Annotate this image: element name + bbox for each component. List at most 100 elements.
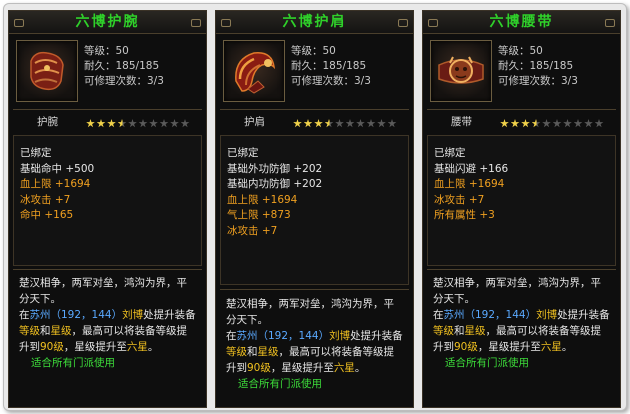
- item-description: 楚汉相争，两军对垒，鸿沟为界，平分天下。 在苏州（192，144）刘博处提升装备…: [19, 275, 197, 371]
- star-icon: [584, 119, 593, 128]
- upgrade-text: 在苏州（192，144）刘博处提升装备等级和星级，最高可以将装备等级提升到90级…: [433, 309, 610, 353]
- class-requirement: 适合所有门派使用: [31, 357, 115, 369]
- bound-status: 已绑定: [227, 147, 259, 159]
- item-stats: 等级：50 耐久：185/185 可修理次数：3/3: [84, 44, 164, 89]
- star-icon: [521, 119, 530, 128]
- star-icon: [293, 119, 302, 128]
- durability-text: 耐久：185/185: [291, 60, 367, 72]
- extra-attr: 冰攻击 +7: [227, 224, 278, 237]
- extra-attr: 血上限 +1694: [434, 178, 505, 190]
- upgrade-text: 在苏州（192，144）刘博处提升装备等级和星级，最高可以将装备等级提升到90级…: [19, 309, 196, 353]
- bracer-icon[interactable]: [16, 40, 78, 102]
- level-text: 等级：50: [498, 45, 543, 57]
- level-text: 等级：50: [291, 45, 336, 57]
- durability-text: 耐久：185/185: [84, 60, 160, 72]
- extra-attr: 冰攻击 +7: [434, 193, 485, 206]
- title-ornament-right: [191, 19, 201, 27]
- star-icon: [159, 119, 169, 128]
- item-title-text: 六博腰带: [489, 14, 554, 30]
- star-icon: [542, 119, 551, 128]
- extra-attr: 所有属性 +3: [434, 209, 495, 221]
- extra-attr: 冰攻击 +7: [20, 193, 71, 206]
- star-icon: [500, 119, 509, 128]
- extra-attr: 血上限 +1694: [227, 193, 298, 206]
- divider: [427, 269, 616, 270]
- item-type-bar: 腰带: [423, 114, 620, 130]
- star-icon: [324, 119, 334, 128]
- lore-text: 楚汉相争，两军对垒，鸿沟为界，平分天下。: [433, 277, 601, 305]
- extra-attr: 血上限 +1694: [20, 178, 91, 190]
- star-icon: [303, 119, 313, 128]
- tooltip-comparison-frame: 六博护腕 等级：50 耐久：185/185 可修理次数：3/3 护腕 已绑定 基…: [3, 3, 627, 411]
- base-attr: 基础内功防御 +202: [227, 178, 323, 190]
- title-ornament-right: [398, 19, 408, 27]
- star-icon: [510, 119, 520, 128]
- class-requirement: 适合所有门派使用: [238, 378, 322, 390]
- star-icon: [128, 119, 137, 128]
- star-icon: [86, 119, 95, 128]
- shoulder-icon[interactable]: [223, 40, 285, 102]
- star-icon: [335, 119, 344, 128]
- item-type-label: 护肩: [244, 116, 265, 128]
- durability-text: 耐久：185/185: [498, 60, 574, 72]
- bound-status: 已绑定: [434, 147, 466, 159]
- star-icon: [180, 119, 190, 128]
- item-type-label: 护腕: [37, 116, 58, 128]
- title-ornament-left: [428, 19, 438, 27]
- item-description: 楚汉相争，两军对垒，鸿沟为界，平分天下。 在苏州（192，144）刘博处提升装备…: [226, 296, 404, 392]
- divider: [13, 109, 202, 110]
- item-type-bar: 护肩: [216, 114, 413, 130]
- extra-attr: 命中 +165: [20, 209, 74, 221]
- divider: [427, 109, 616, 110]
- star-icon: [96, 119, 106, 128]
- title-ornament-left: [221, 19, 231, 27]
- extra-attr: 气上限 +873: [227, 209, 291, 221]
- repair-count-text: 可修理次数：3/3: [291, 75, 371, 87]
- star-icon: [377, 119, 386, 128]
- star-icon: [531, 119, 541, 128]
- item-stats: 等级：50 耐久：185/185 可修理次数：3/3: [291, 44, 371, 89]
- item-type-bar: 护腕: [9, 114, 206, 130]
- repair-count-text: 可修理次数：3/3: [498, 75, 578, 87]
- star-icon: [356, 119, 365, 128]
- belt-icon[interactable]: [430, 40, 492, 102]
- star-icon: [345, 119, 355, 128]
- upgrade-text: 在苏州（192，144）刘博处提升装备等级和星级，最高可以将装备等级提升到90级…: [226, 330, 403, 374]
- star-icon: [117, 119, 127, 128]
- star-rating: [293, 117, 398, 128]
- item-card-shoulder: 六博护肩 等级：50 耐久：185/185 可修理次数：3/3 护肩 已绑定 基…: [215, 10, 414, 408]
- title-ornament-left: [14, 19, 24, 27]
- star-icon: [149, 119, 158, 128]
- star-icon: [107, 119, 116, 128]
- level-text: 等级：50: [84, 45, 129, 57]
- item-title: 六博护腕: [9, 11, 206, 34]
- star-rating: [86, 117, 191, 128]
- base-attr: 基础闪避 +166: [434, 162, 509, 175]
- star-icon: [366, 119, 376, 128]
- item-type-label: 腰带: [451, 116, 472, 128]
- divider: [220, 109, 409, 110]
- star-icon: [170, 119, 179, 128]
- item-title-text: 六博护腕: [75, 14, 140, 30]
- star-icon: [138, 119, 148, 128]
- lore-text: 楚汉相争，两军对垒，鸿沟为界，平分天下。: [226, 298, 394, 326]
- bound-status: 已绑定: [20, 147, 52, 159]
- star-icon: [387, 119, 397, 128]
- attribute-box: 已绑定 基础闪避 +166 血上限 +1694 冰攻击 +7 所有属性 +3: [427, 135, 616, 266]
- star-icon: [573, 119, 583, 128]
- star-icon: [594, 119, 604, 128]
- star-icon: [314, 119, 323, 128]
- divider: [220, 289, 409, 290]
- attribute-box: 已绑定 基础命中 +500 血上限 +1694 冰攻击 +7 命中 +165: [13, 135, 202, 266]
- class-requirement: 适合所有门派使用: [445, 357, 529, 369]
- item-title: 六博腰带: [423, 11, 620, 34]
- item-description: 楚汉相争，两军对垒，鸿沟为界，平分天下。 在苏州（192，144）刘博处提升装备…: [433, 275, 611, 371]
- base-attr: 基础外功防御 +202: [227, 162, 323, 175]
- item-title-text: 六博护肩: [282, 14, 347, 30]
- item-card-belt: 六博腰带 等级：50 耐久：185/185 可修理次数：3/3 腰带 已绑定 基…: [422, 10, 621, 408]
- item-stats: 等级：50 耐久：185/185 可修理次数：3/3: [498, 44, 578, 89]
- star-icon: [563, 119, 572, 128]
- item-card-bracer: 六博护腕 等级：50 耐久：185/185 可修理次数：3/3 护腕 已绑定 基…: [8, 10, 207, 408]
- star-icon: [552, 119, 562, 128]
- lore-text: 楚汉相争，两军对垒，鸿沟为界，平分天下。: [19, 277, 187, 305]
